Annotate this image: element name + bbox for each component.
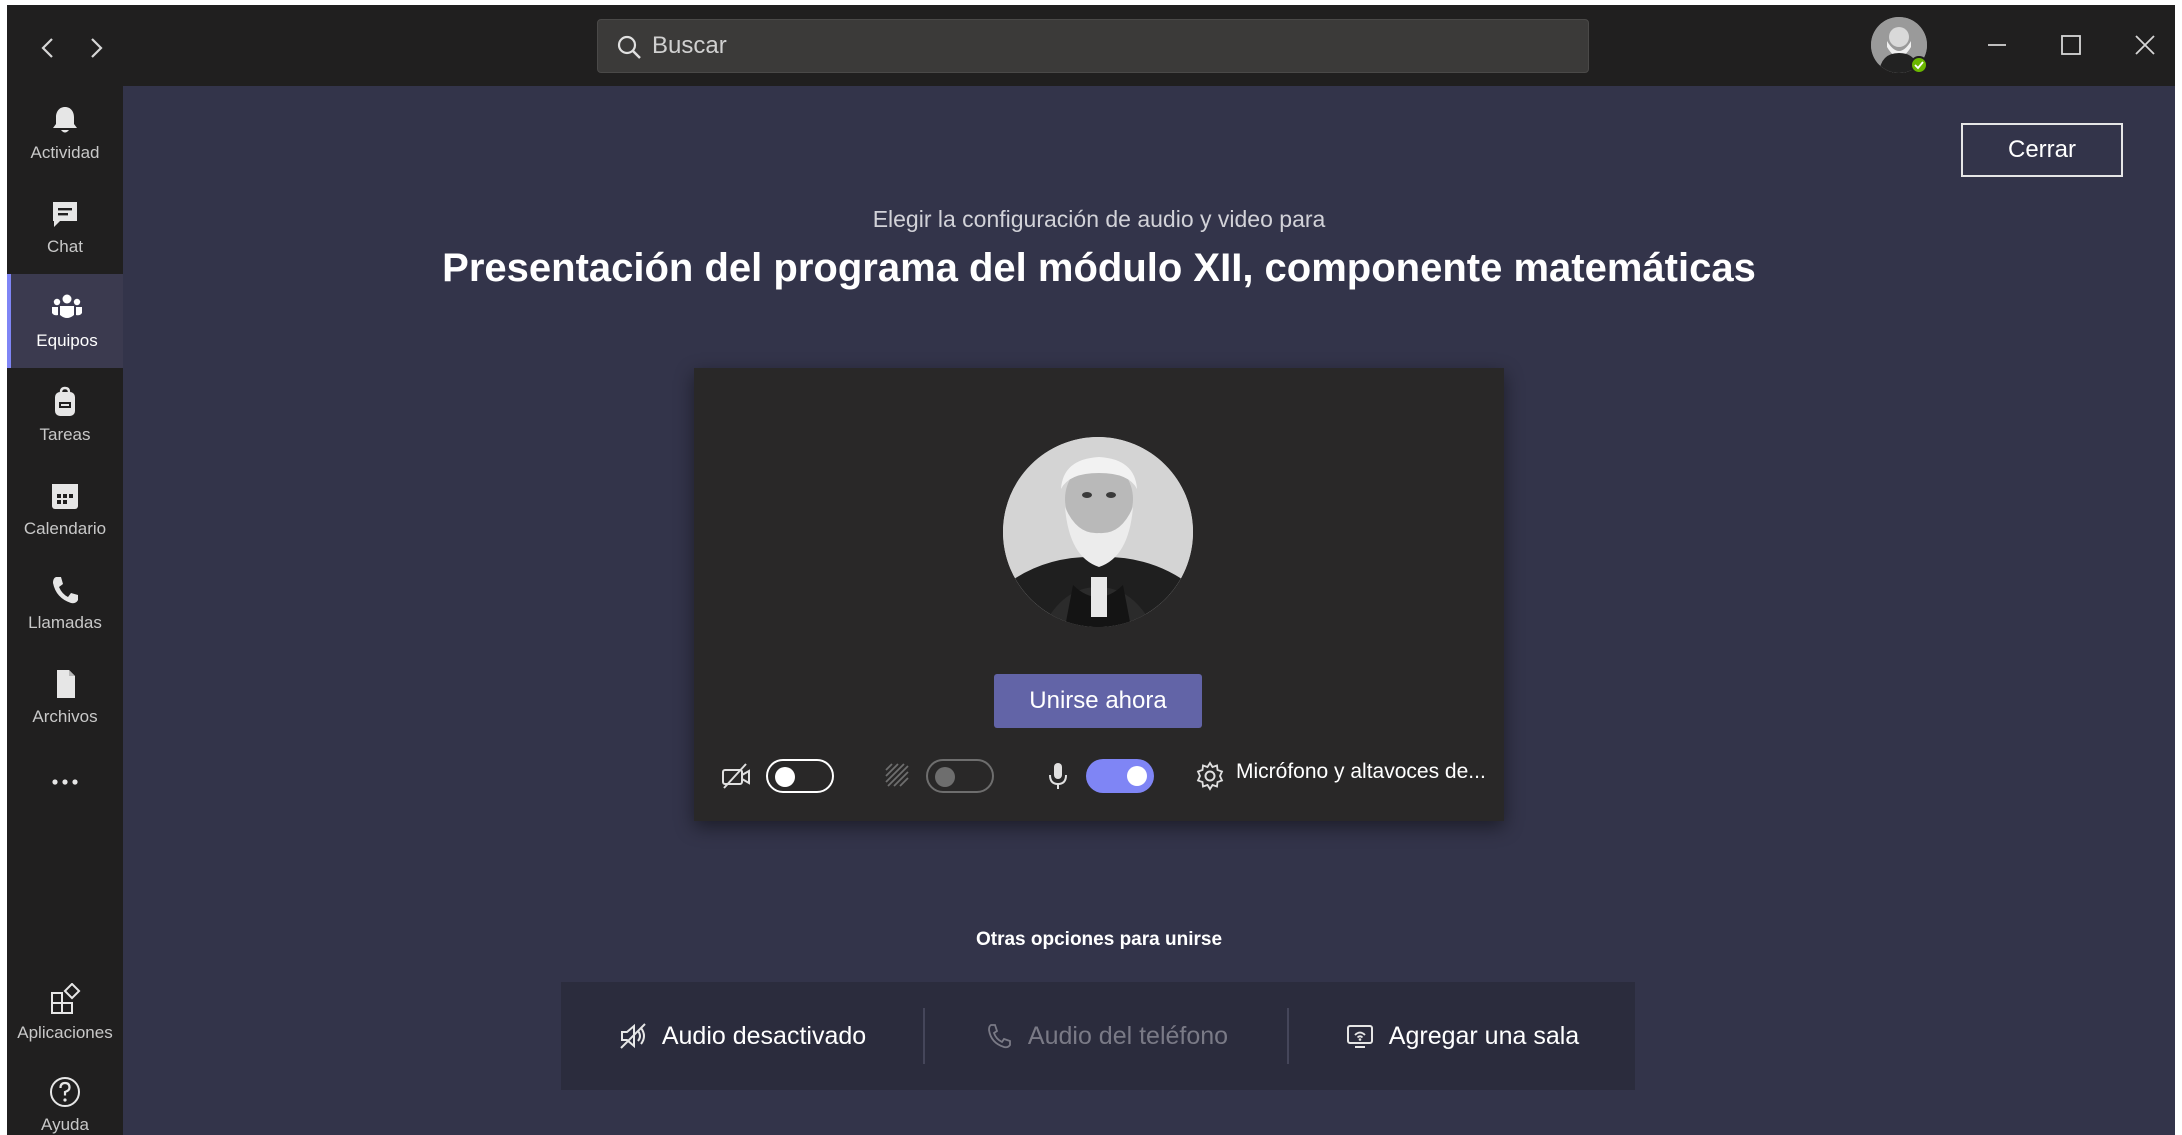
prejoin-subtitle: Elegir la configuración de audio y video… [872,206,1326,232]
speaker-off-icon [620,1023,646,1049]
chevron-left-icon[interactable] [33,33,63,63]
close-button[interactable]: Cerrar [1961,123,2123,177]
help-icon [50,1077,80,1107]
option-label: Audio desactivado [661,1021,867,1050]
camera-toggle[interactable] [766,759,834,793]
rail-item-label: Calendario [23,519,107,538]
rail-item-actividad[interactable]: Actividad [7,86,123,180]
more-icon[interactable] [7,752,123,812]
gear-icon[interactable] [1194,760,1226,792]
add-room-option[interactable]: Agregar una sala [1289,982,1635,1090]
teams-icon [52,294,82,318]
rail-item-tareas[interactable]: Tareas [7,368,123,462]
chevron-right-icon[interactable] [81,33,111,63]
room-cast-icon [1346,1025,1373,1048]
option-label: Audio del teléfono [1027,1021,1229,1050]
teams-window: Actividad Chat Equipos [7,5,2175,1135]
background-blur-toggle[interactable] [926,759,994,793]
other-options-title: Otras opciones para unirse [975,929,1223,950]
background-effects-icon [885,763,909,787]
rail-item-aplicaciones[interactable]: Aplicaciones [7,966,123,1060]
search-box[interactable] [597,19,1589,73]
rail-item-calendario[interactable]: Calendario [7,462,123,556]
rail-item-label: Actividad [30,143,100,162]
app-bar: Actividad Chat Equipos Tareas Calendario… [7,86,123,1135]
rail-item-equipos[interactable]: Equipos [7,274,123,368]
rail-item-label: Llamadas [28,613,102,632]
chat-icon [53,202,77,227]
backpack-icon [55,386,75,416]
rail-item-llamadas[interactable]: Llamadas [7,556,123,650]
calendar-icon [52,484,78,509]
search-input[interactable] [652,20,1552,72]
page-title: Presentación del programa del módulo XII… [442,246,1756,290]
rail-item-archivos[interactable]: Archivos [7,650,123,744]
avatar [1003,437,1193,627]
other-join-options: Audio desactivado Audio del teléfono Agr… [561,982,1635,1090]
rail-item-label: Equipos [36,331,98,350]
microphone-icon [1049,763,1067,789]
rail-item-ayuda[interactable]: Ayuda [7,1058,123,1135]
toggle-knob [935,767,955,787]
search-icon [617,35,641,59]
rail-item-label: Aplicaciones [17,1023,113,1042]
close-icon[interactable] [2121,21,2169,69]
bell-icon [53,107,77,133]
rail-item-chat[interactable]: Chat [7,180,123,274]
phone-icon [988,1024,1011,1049]
audio-off-option[interactable]: Audio desactivado [561,982,923,1090]
prejoin-screen: Cerrar Elegir la configuración de audio … [123,86,2175,1135]
video-preview-card: Unirse ahora Micrófono y altavoces de... [694,368,1504,821]
rail-item-label: Archivos [32,707,98,726]
toggle-knob [775,767,795,787]
rail-item-label: Tareas [39,425,91,444]
rail-item-label: Ayuda [41,1115,89,1134]
file-icon [57,670,75,698]
title-bar [7,5,2175,86]
apps-icon [51,983,81,1014]
phone-audio-option: Audio del teléfono [925,982,1287,1090]
maximize-icon[interactable] [2047,21,2095,69]
join-now-button[interactable]: Unirse ahora [994,674,1202,728]
option-label: Agregar una sala [1388,1021,1580,1050]
minimize-icon[interactable] [1973,21,2021,69]
rail-item-label: Chat [47,237,83,256]
phone-icon [53,577,78,604]
presence-available-icon [1910,56,1928,74]
toggle-knob [1127,766,1147,786]
camera-off-icon [722,763,750,789]
microphone-toggle[interactable] [1086,759,1154,793]
device-settings-link[interactable]: Micrófono y altavoces de... [1236,760,1486,784]
